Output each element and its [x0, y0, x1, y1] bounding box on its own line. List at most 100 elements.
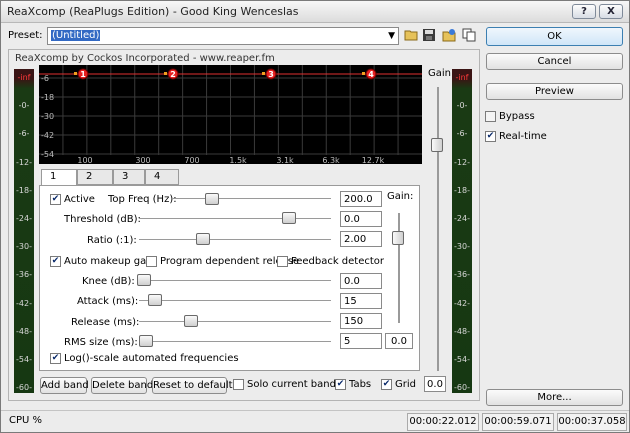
threshold-slider[interactable]: [282, 212, 296, 224]
preset-dropdown[interactable]: (Untitled) ▼: [47, 27, 399, 45]
meter-scale-label: -60-: [16, 383, 32, 393]
meter-scale-label: -36-: [454, 270, 470, 280]
realtime-label: Real-time: [499, 131, 547, 142]
band-marker-label: 4: [368, 70, 374, 79]
meter-scale-label: -6-: [18, 129, 30, 139]
knee-input[interactable]: 0.0: [340, 273, 382, 289]
preset-value: (Untitled): [51, 30, 101, 41]
band-marker-handle: [262, 72, 265, 75]
cancel-button[interactable]: Cancel: [486, 53, 623, 70]
reset-defaults-button[interactable]: Reset to defaults: [152, 377, 238, 394]
band-gain-input[interactable]: 0.0: [385, 333, 413, 349]
meter-scale-label: -36-: [16, 270, 32, 280]
grid-label: Grid: [395, 379, 416, 390]
preset-label: Preset:: [8, 30, 43, 41]
meter-scale-label: -48-: [16, 326, 32, 336]
log-scale-label: Log()-scale automated frequencies: [64, 353, 239, 364]
knee-track: [139, 280, 331, 282]
meter-scale-label: -18-: [16, 185, 32, 195]
y-axis-label: -6: [41, 74, 49, 83]
output-gain-track: [437, 87, 439, 371]
log-scale-checkbox[interactable]: ✔: [50, 353, 61, 364]
active-checkbox[interactable]: ✔: [50, 194, 61, 205]
add-band-button[interactable]: Add band: [40, 377, 89, 394]
realtime-checkbox[interactable]: ✔: [485, 131, 496, 142]
tabs-checkbox[interactable]: ✔: [335, 379, 346, 390]
ratio-label: Ratio (:1):: [87, 235, 137, 246]
solo-band-label: Solo current band: [247, 379, 336, 390]
auto-makeup-checkbox[interactable]: ✔: [50, 256, 61, 267]
open-folder-icon[interactable]: [403, 28, 419, 44]
top-freq-label: Top Freq (Hz):: [108, 194, 177, 205]
threshold-input[interactable]: 0.0: [340, 211, 382, 227]
more-button[interactable]: More...: [486, 389, 623, 406]
help-button[interactable]: ?: [572, 4, 596, 19]
band-graph[interactable]: -6 -18 -30 -42 -54 100 300 700 1.5k 3.1k 6.3k 12.7k…: [39, 65, 422, 164]
y-axis-label: -54: [41, 150, 54, 159]
bypass-checkbox[interactable]: [485, 111, 496, 122]
title-bar[interactable]: ReaXcomp (ReaPlugs Edition) - Good King …: [1, 1, 629, 23]
save-icon[interactable]: [421, 28, 437, 44]
top-freq-input[interactable]: 200.0: [340, 191, 382, 207]
meter-scale-label: -30-: [454, 242, 470, 252]
copy-icon[interactable]: [461, 28, 477, 44]
output-gain-slider[interactable]: [431, 138, 443, 152]
feedback-detector-label: Feedback detector: [291, 256, 385, 267]
ratio-slider[interactable]: [196, 233, 210, 245]
meter-scale-label: -24-: [454, 214, 470, 223]
meter-scale-label: -0-: [18, 101, 30, 111]
preview-button[interactable]: Preview: [486, 83, 623, 100]
output-gain-value[interactable]: 0.0: [424, 376, 446, 392]
tab-2[interactable]: 2: [77, 169, 113, 185]
x-axis-label: 700: [184, 156, 199, 164]
reaxcomp-window: ReaXcomp (ReaPlugs Edition) - Good King …: [0, 0, 630, 433]
release-input[interactable]: 150: [340, 313, 382, 329]
grid-checkbox[interactable]: ✔: [381, 379, 392, 390]
delete-band-button[interactable]: Delete band: [91, 377, 153, 394]
meter-scale-label: -54-: [16, 355, 32, 364]
band-marker-handle: [164, 72, 167, 75]
program-dependent-checkbox[interactable]: [146, 256, 157, 267]
top-freq-track: [173, 198, 331, 200]
rms-size-label: RMS size (ms):: [64, 337, 138, 348]
threshold-label: Threshold (dB):: [64, 214, 141, 225]
input-meter: -inf -0- -6- -12- -18- -24- -30- -36- -42- -48- -5…: [14, 69, 34, 393]
attack-track: [139, 300, 331, 302]
solo-band-checkbox[interactable]: [233, 379, 244, 390]
meter-scale-label: -12-: [16, 157, 32, 167]
rename-icon[interactable]: [441, 28, 457, 44]
chevron-down-icon: ▼: [388, 31, 395, 41]
y-axis-label: -30: [41, 112, 54, 121]
band-marker-label: 2: [170, 70, 176, 79]
attack-input[interactable]: 15: [340, 293, 382, 309]
auto-makeup-label: Auto makeup gain: [64, 256, 156, 267]
release-slider[interactable]: [184, 315, 198, 327]
rms-size-input[interactable]: 5: [340, 333, 382, 349]
rms-size-slider[interactable]: [139, 335, 153, 347]
time-remaining: 00:00:37.058: [557, 413, 627, 431]
top-freq-slider[interactable]: [205, 193, 219, 205]
feedback-detector-checkbox[interactable]: [277, 256, 288, 267]
x-axis-label: 300: [135, 156, 150, 164]
meter-scale-label: -48-: [454, 326, 470, 336]
knee-slider[interactable]: [137, 274, 151, 286]
band-gain-slider[interactable]: [392, 231, 404, 245]
meter-scale-label: -6-: [456, 129, 468, 139]
tab-3[interactable]: 3: [113, 169, 145, 185]
ok-button[interactable]: OK: [486, 27, 623, 46]
band-gain-track: [398, 213, 400, 323]
meter-scale-label: -42-: [454, 298, 470, 308]
meter-scale-label: -0-: [456, 101, 468, 111]
x-axis-label: 12.7k: [362, 156, 385, 164]
x-axis-label: 100: [77, 156, 92, 164]
ratio-input[interactable]: 2.00: [340, 231, 382, 247]
attack-slider[interactable]: [148, 294, 162, 306]
meter-scale-label: -30-: [16, 242, 32, 252]
tab-1[interactable]: 1: [41, 169, 77, 186]
window-title: ReaXcomp (ReaPlugs Edition) - Good King …: [7, 5, 299, 18]
close-button[interactable]: X: [599, 4, 623, 19]
x-axis-label: 1.5k: [229, 156, 247, 164]
release-track: [139, 321, 331, 323]
tab-4[interactable]: 4: [145, 169, 179, 185]
rms-size-track: [139, 341, 331, 343]
